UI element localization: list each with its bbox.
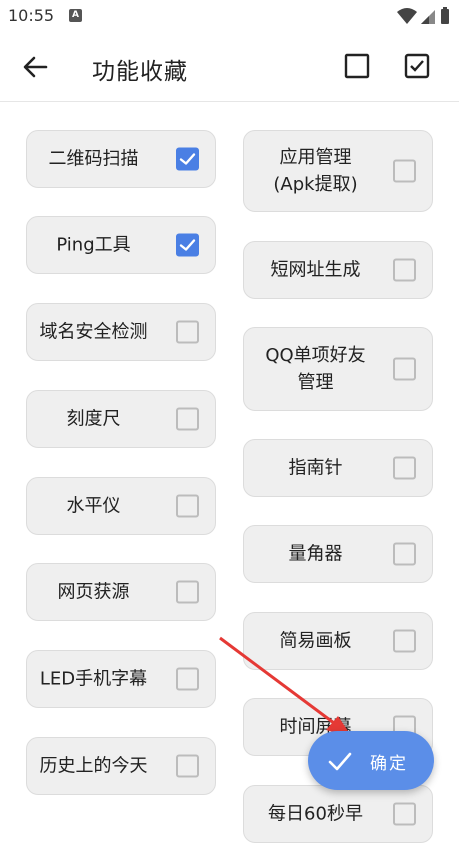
feature-checkbox[interactable] [393,456,416,480]
feature-item-label: 简易画板 [279,630,352,652]
feature-item[interactable]: 网页获源 [26,563,216,621]
feature-item-label: 域名安全检测 [39,321,148,343]
feature-checkbox[interactable] [176,147,199,171]
feature-checkbox[interactable] [176,233,199,257]
check-icon [179,153,196,165]
confirm-label: 确定 [370,754,408,774]
feature-checkbox[interactable] [176,667,199,691]
feature-item-label: 历史上的今天 [39,755,148,777]
feature-item[interactable]: 应用管理 (Apk提取) [243,130,433,212]
feature-checkbox[interactable] [176,407,199,431]
feature-checkbox[interactable] [176,494,199,518]
app-bar: 功能收藏 [0,32,459,102]
notification-a-icon: A [69,9,82,22]
feature-checkbox[interactable] [176,580,199,604]
feature-item[interactable]: Ping工具 [26,216,216,274]
feature-item-label: 量角器 [288,543,343,565]
feature-item[interactable]: 水平仪 [26,477,216,535]
feature-item[interactable]: 刻度尺 [26,390,216,448]
feature-checkbox[interactable] [393,159,416,183]
check-icon [328,752,352,771]
feature-checkbox[interactable] [393,542,416,566]
select-all-button[interactable] [404,53,430,79]
feature-checkbox[interactable] [393,258,416,282]
feature-item-label: 刻度尺 [66,408,121,430]
confirm-fab-button[interactable]: 确定 [308,731,434,790]
page-title: 功能收藏 [92,59,188,85]
feature-item[interactable]: 简易画板 [243,612,433,670]
feature-item-label: 指南针 [288,457,343,479]
check-icon [179,239,196,251]
status-icons [397,7,449,24]
feature-item[interactable]: 量角器 [243,525,433,583]
deselect-all-button[interactable] [344,53,370,79]
feature-item[interactable]: 指南针 [243,439,433,497]
feature-item[interactable]: 每日60秒早 [243,785,433,843]
feature-item-label: 短网址生成 [270,259,361,281]
feature-checkbox[interactable] [393,629,416,653]
feature-item-label: 二维码扫描 [48,148,139,170]
back-arrow-icon[interactable] [20,52,50,82]
feature-item-label: QQ单项好友 管理 [265,345,366,393]
feature-item-label: 每日60秒早 [268,803,363,825]
wifi-icon [397,8,417,24]
feature-item-label: LED手机字幕 [39,668,148,690]
feature-checkbox[interactable] [176,754,199,778]
feature-checkbox[interactable] [393,802,416,826]
feature-item[interactable]: 历史上的今天 [26,737,216,795]
feature-checkbox[interactable] [176,320,199,344]
feature-item[interactable]: LED手机字幕 [26,650,216,708]
feature-item-label: 网页获源 [57,581,130,603]
feature-item-label: Ping工具 [56,234,131,256]
feature-item[interactable]: 二维码扫描 [26,130,216,188]
feature-item-label: 水平仪 [66,495,121,517]
status-bar: 10:55 A [0,0,459,32]
feature-checkbox[interactable] [393,357,416,381]
feature-item[interactable]: QQ单项好友 管理 [243,327,433,411]
feature-item[interactable]: 域名安全检测 [26,303,216,361]
feature-item[interactable]: 短网址生成 [243,241,433,299]
feature-item-label: 应用管理 (Apk提取) [273,147,358,195]
status-time: 10:55 [8,6,55,25]
battery-icon [441,9,449,24]
